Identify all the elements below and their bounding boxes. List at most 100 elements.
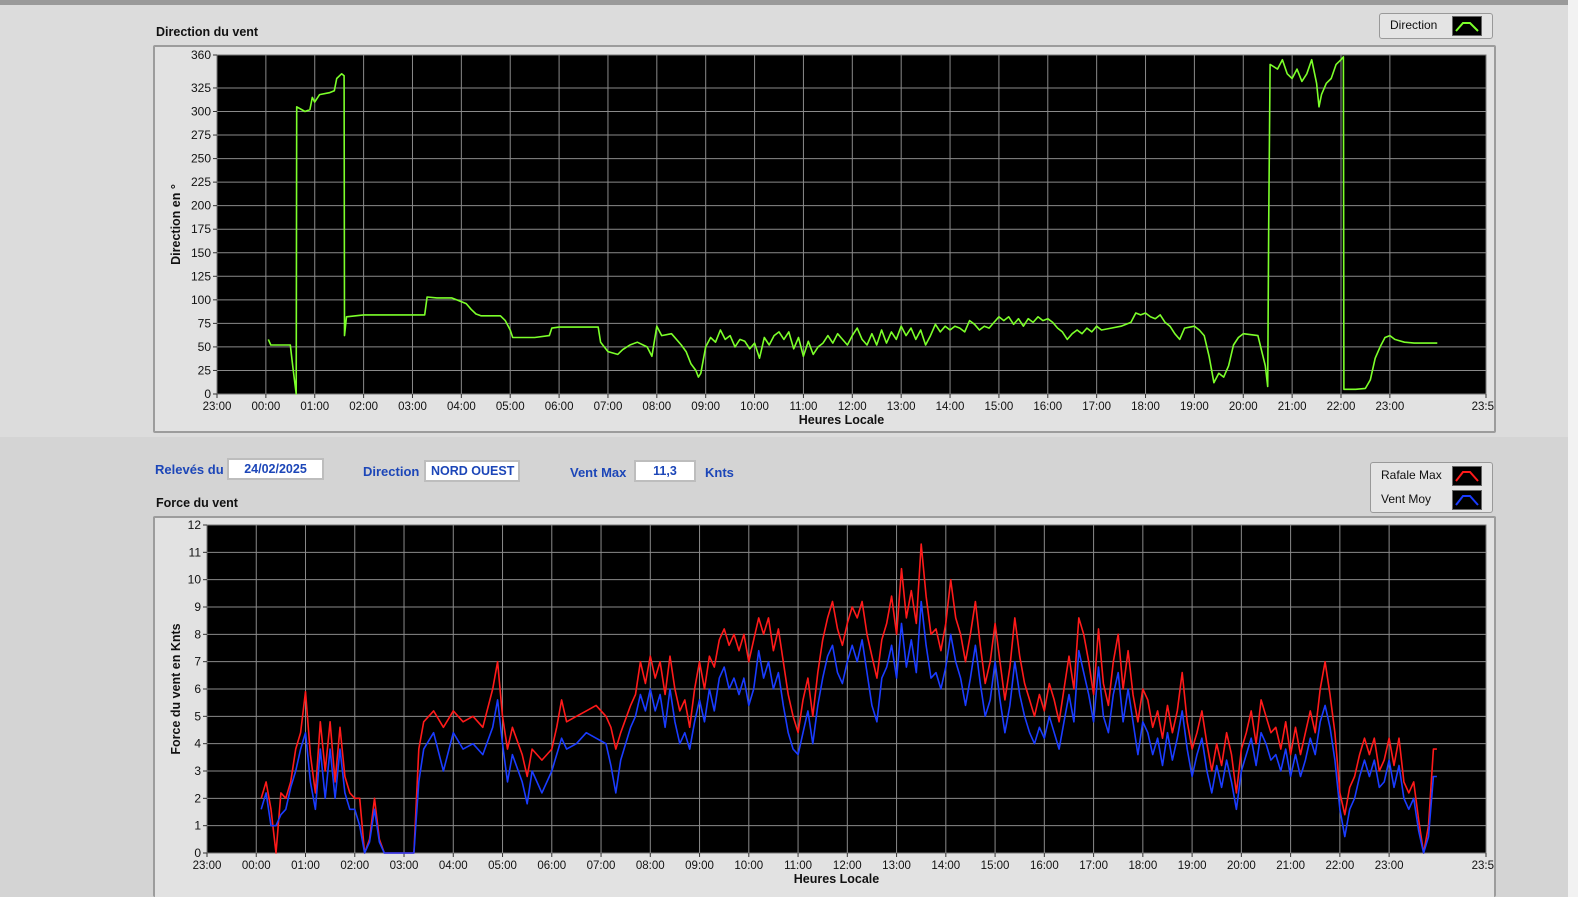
- y-tick-label: 125: [191, 269, 211, 283]
- y-tick-label: 4: [194, 737, 201, 751]
- legend-swatch-vent-moy: [1452, 490, 1482, 510]
- legend-label-rafale-max: Rafale Max: [1381, 468, 1442, 482]
- x-tick-label: 18:00: [1131, 401, 1160, 413]
- legend-swatch-direction: [1452, 16, 1482, 36]
- x-tick-label: 06:00: [537, 860, 566, 872]
- x-tick-label: 12:00: [833, 860, 862, 872]
- x-tick-label: 22:00: [1325, 860, 1354, 872]
- vent-max-field[interactable]: 11,3: [634, 460, 696, 482]
- y-tick-label: 6: [194, 682, 201, 696]
- y-tick-label: 150: [191, 246, 211, 260]
- x-tick-label: 22:00: [1327, 401, 1356, 413]
- x-tick-label: 09:00: [685, 860, 714, 872]
- x-tick-label: 10:00: [734, 860, 763, 872]
- legend-item-direction[interactable]: Direction: [1380, 14, 1492, 38]
- y-tick-label: 225: [191, 175, 211, 189]
- x-tick-label: 01:00: [300, 401, 329, 413]
- x-tick-label: 05:00: [496, 401, 525, 413]
- x-tick-label: 03:00: [398, 401, 427, 413]
- x-tick-label: 08:00: [636, 860, 665, 872]
- y-tick-label: 175: [191, 222, 211, 236]
- direction-chart-title: Direction du vent: [156, 25, 259, 39]
- x-tick-label: 17:00: [1079, 860, 1108, 872]
- x-tick-label: 15:00: [981, 860, 1010, 872]
- x-tick-label: 21:00: [1276, 860, 1305, 872]
- x-tick-label: 07:00: [594, 401, 623, 413]
- x-axis-title: Heures Locale: [799, 413, 885, 427]
- x-tick-label: 14:00: [931, 860, 960, 872]
- legend-item-rafale-max[interactable]: Rafale Max: [1371, 464, 1492, 488]
- x-tick-label: 23:58: [1472, 860, 1494, 872]
- x-tick-label: 08:00: [642, 401, 671, 413]
- y-tick-label: 2: [194, 791, 201, 805]
- y-tick-label: 325: [191, 81, 211, 95]
- x-tick-label: 11:00: [784, 860, 812, 872]
- vent-max-label: Vent Max: [570, 465, 627, 480]
- y-axis-title: Direction en °: [169, 184, 183, 265]
- force-chart: 23:00 00:00 01:00 02:00 03:00 04:00 05:00 06:00…: [169, 518, 1494, 886]
- y-tick-label: 250: [191, 152, 211, 166]
- x-tick-label: 04:00: [447, 401, 476, 413]
- date-field[interactable]: 24/02/2025: [227, 458, 324, 480]
- y-tick-label: 5: [194, 709, 201, 723]
- y-tick-label: 0: [204, 387, 211, 401]
- x-tick-label: 00:00: [242, 860, 271, 872]
- x-tick-label: 14:00: [936, 401, 965, 413]
- x-tick-label: 23:00: [1375, 401, 1404, 413]
- direction-field[interactable]: NORD OUEST: [424, 460, 520, 482]
- y-tick-label: 7: [194, 655, 201, 669]
- x-tick-label: 02:00: [349, 401, 378, 413]
- x-tick-label: 12:00: [838, 401, 867, 413]
- y-tick-label: 3: [194, 764, 201, 778]
- x-tick-label: 19:00: [1178, 860, 1207, 872]
- force-chart-title: Force du vent: [156, 496, 238, 510]
- x-tick-label: 20:00: [1227, 860, 1256, 872]
- legend-item-vent-moy[interactable]: Vent Moy: [1371, 488, 1492, 512]
- x-tick-label: 23:00: [203, 401, 232, 413]
- x-tick-label: 02:00: [340, 860, 369, 872]
- x-tick-label: 16:00: [1033, 401, 1062, 413]
- y-tick-label: 50: [198, 340, 212, 354]
- y-tick-label: 12: [188, 518, 202, 532]
- x-tick-label: 00:00: [251, 401, 280, 413]
- x-tick-label: 17:00: [1082, 401, 1111, 413]
- x-tick-label: 13:00: [887, 401, 916, 413]
- x-tick-label: 09:00: [691, 401, 720, 413]
- x-tick-label: 05:00: [488, 860, 517, 872]
- y-tick-label: 8: [194, 627, 201, 641]
- x-tick-label: 04:00: [439, 860, 468, 872]
- x-tick-label: 11:00: [789, 401, 817, 413]
- y-tick-label: 275: [191, 128, 211, 142]
- x-tick-label: 13:00: [882, 860, 911, 872]
- y-tick-label: 11: [189, 545, 202, 559]
- y-tick-label: 1: [194, 819, 201, 833]
- vent-max-unit: Knts: [705, 465, 734, 480]
- y-tick-label: 25: [198, 363, 212, 377]
- y-tick-label: 360: [191, 48, 211, 62]
- force-legend[interactable]: Rafale Max Vent Moy: [1370, 462, 1493, 513]
- x-tick-label: 21:00: [1278, 401, 1307, 413]
- y-tick-label: 10: [188, 573, 202, 587]
- legend-swatch-rafale-max: [1452, 466, 1482, 486]
- x-tick-label: 06:00: [545, 401, 574, 413]
- x-tick-label: 01:00: [291, 860, 320, 872]
- y-tick-label: 300: [191, 105, 211, 119]
- x-tick-label: 10:00: [740, 401, 769, 413]
- x-tick-label: 23:00: [1375, 860, 1404, 872]
- direction-label: Direction: [363, 464, 420, 479]
- right-edge-strip: [1568, 0, 1578, 897]
- x-tick-label: 15:00: [985, 401, 1014, 413]
- legend-label-direction: Direction: [1390, 18, 1438, 32]
- x-axis-title: Heures Locale: [794, 872, 880, 886]
- direction-chart: 23:00 00:00 01:00 02:00 03:00 04:00 05:00 06:00…: [169, 48, 1494, 427]
- legend-label-vent-moy: Vent Moy: [1381, 492, 1432, 506]
- x-tick-label: 07:00: [587, 860, 616, 872]
- x-tick-label: 23:58: [1472, 401, 1494, 413]
- y-tick-label: 100: [191, 293, 211, 307]
- y-tick-label: 200: [191, 199, 211, 213]
- date-label: Relevés du: [155, 462, 224, 477]
- x-tick-label: 23:00: [193, 860, 222, 872]
- x-tick-label: 19:00: [1180, 401, 1209, 413]
- y-axis-title: Force du vent en Knts: [169, 623, 183, 754]
- direction-legend[interactable]: Direction: [1379, 13, 1493, 39]
